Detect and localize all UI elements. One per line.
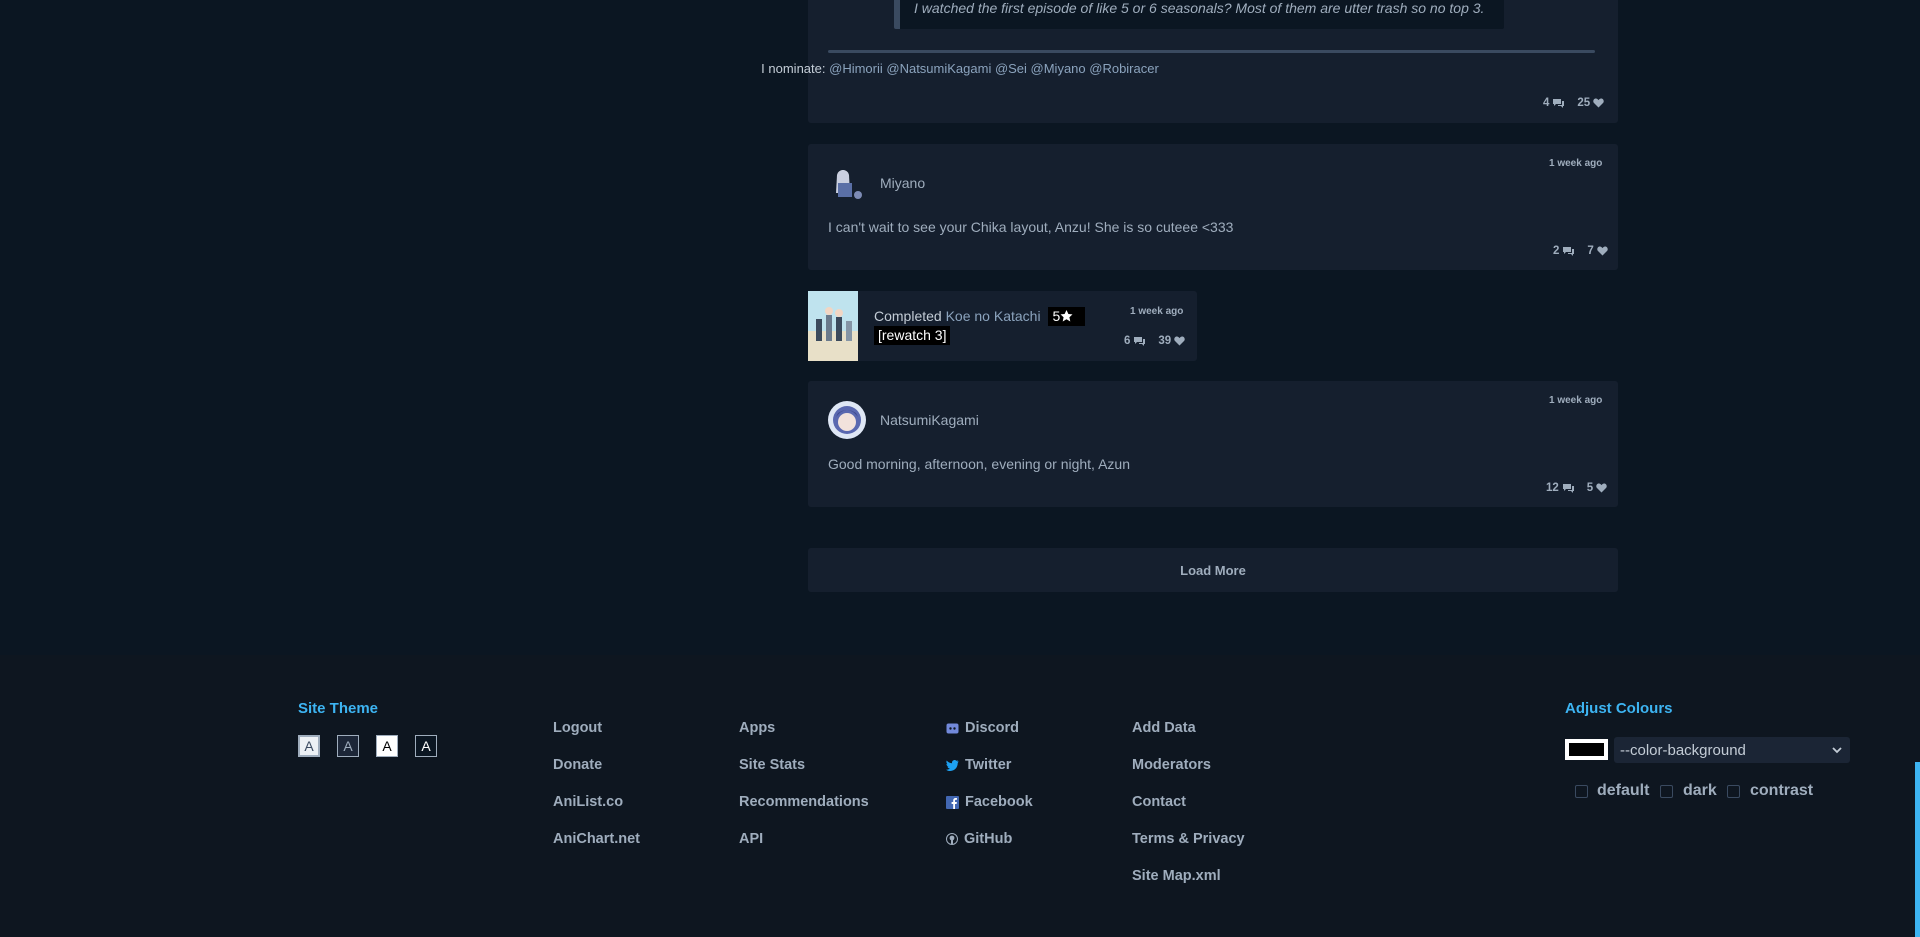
reply-count[interactable]: 6 bbox=[1124, 335, 1146, 347]
nominate-label: I nominate: bbox=[761, 61, 826, 76]
footer-link-site-stats[interactable]: Site Stats bbox=[739, 757, 805, 773]
chevron-down-icon bbox=[1832, 746, 1842, 753]
heart-icon bbox=[1597, 246, 1608, 256]
color-variable-select[interactable]: --color-background bbox=[1614, 737, 1850, 763]
activity-status: Completed bbox=[874, 308, 942, 324]
discord-icon bbox=[946, 723, 959, 733]
footer-link-logout[interactable]: Logout bbox=[553, 720, 602, 736]
theme-system[interactable]: A bbox=[415, 735, 437, 757]
contrast-checkbox[interactable] bbox=[1727, 785, 1740, 798]
timestamp: 1 week ago bbox=[1549, 395, 1603, 406]
heart-icon bbox=[1596, 483, 1607, 493]
reply-count[interactable]: 4 bbox=[1543, 97, 1565, 109]
scrollbar-thumb[interactable] bbox=[1915, 762, 1920, 937]
footer-link-facebook[interactable]: Facebook bbox=[946, 794, 1033, 810]
footer-link-site-map[interactable]: Site Map.xml bbox=[1132, 868, 1221, 884]
twitter-icon bbox=[946, 759, 959, 771]
quote-text: I watched the first episode of like 5 or… bbox=[914, 0, 1485, 16]
github-icon bbox=[946, 833, 958, 845]
comments-icon bbox=[1134, 337, 1146, 346]
avatar[interactable] bbox=[828, 163, 866, 201]
heart-icon bbox=[1174, 336, 1185, 346]
theme-contrast[interactable]: A bbox=[376, 735, 398, 757]
score-badge: 5 bbox=[1048, 307, 1086, 326]
dark-checkbox[interactable] bbox=[1660, 785, 1673, 798]
activity-note: [rewatch 3] bbox=[874, 326, 951, 345]
footer-link-api[interactable]: API bbox=[739, 831, 763, 847]
footer-link-moderators[interactable]: Moderators bbox=[1132, 757, 1211, 773]
like-count[interactable]: 25 bbox=[1577, 97, 1604, 109]
footer-link-anilist[interactable]: AniList.co bbox=[553, 794, 623, 810]
footer-link-contact[interactable]: Contact bbox=[1132, 794, 1186, 810]
nominate-line: I nominate: @Himorii @NatsumiKagami @Sei… bbox=[0, 61, 1920, 76]
default-checkbox[interactable] bbox=[1575, 785, 1588, 798]
nominee-mentions[interactable]: @Himorii @NatsumiKagami @Sei @Miyano @Ro… bbox=[829, 61, 1159, 76]
media-cover[interactable] bbox=[808, 291, 858, 361]
divider bbox=[828, 50, 1595, 53]
post-text: Good morning, afternoon, evening or nigh… bbox=[828, 456, 1130, 472]
like-count[interactable]: 39 bbox=[1158, 335, 1185, 347]
score-value: 5 bbox=[1052, 308, 1061, 324]
activity-feed: I watched the first episode of like 5 or… bbox=[0, 0, 1920, 655]
post-text: I can't wait to see your Chika layout, A… bbox=[828, 219, 1234, 235]
avatar[interactable] bbox=[828, 401, 866, 439]
discord-label: Discord bbox=[965, 720, 1019, 736]
post2-counts: 2 7 bbox=[1553, 245, 1608, 257]
footer-link-github[interactable]: GitHub bbox=[946, 831, 1012, 847]
load-more-button[interactable]: Load More bbox=[808, 548, 1618, 592]
adjust-colours-title: Adjust Colours bbox=[1565, 700, 1673, 717]
comments-icon bbox=[1553, 99, 1565, 108]
activity-card-natsumikagami bbox=[808, 381, 1618, 507]
footer-link-add-data[interactable]: Add Data bbox=[1132, 720, 1196, 736]
footer-link-discord[interactable]: Discord bbox=[946, 720, 1019, 736]
footer-link-recommendations[interactable]: Recommendations bbox=[739, 794, 869, 810]
activity-counts: 6 39 bbox=[1124, 335, 1185, 347]
like-count[interactable]: 5 bbox=[1587, 482, 1607, 494]
footer-link-anichart[interactable]: AniChart.net bbox=[553, 831, 640, 847]
color-select-value: --color-background bbox=[1620, 741, 1746, 759]
heart-icon bbox=[1593, 98, 1604, 108]
facebook-icon bbox=[946, 795, 959, 809]
contrast-checkbox-label: contrast bbox=[1750, 782, 1814, 799]
post3-counts: 12 5 bbox=[1546, 482, 1607, 494]
theme-dark[interactable]: A bbox=[337, 735, 359, 757]
star-icon bbox=[1060, 310, 1073, 322]
theme-default[interactable]: A bbox=[298, 735, 320, 757]
timestamp: 1 week ago bbox=[1549, 158, 1603, 169]
footer-link-donate[interactable]: Donate bbox=[553, 757, 602, 773]
username[interactable]: Miyano bbox=[880, 175, 925, 191]
like-count[interactable]: 7 bbox=[1587, 245, 1608, 257]
site-footer: Site Theme A A A A Logout Donate AniList… bbox=[0, 655, 1920, 937]
default-checkbox-label: default bbox=[1597, 782, 1650, 799]
facebook-label: Facebook bbox=[965, 794, 1033, 810]
comments-icon bbox=[1562, 484, 1574, 493]
quote-block: I watched the first episode of like 5 or… bbox=[894, 0, 1504, 29]
username[interactable]: NatsumiKagami bbox=[880, 412, 979, 428]
media-title-link[interactable]: Koe no Katachi bbox=[946, 308, 1041, 324]
comments-icon bbox=[1563, 247, 1575, 256]
timestamp: 1 week ago bbox=[1130, 306, 1184, 317]
dark-checkbox-label: dark bbox=[1683, 782, 1717, 799]
site-theme-title: Site Theme bbox=[298, 700, 379, 717]
post1-counts: 4 25 bbox=[1543, 97, 1604, 109]
activity-text: Completed Koe no Katachi 5 [rewatch 3] bbox=[874, 307, 1089, 345]
footer-link-twitter[interactable]: Twitter bbox=[946, 757, 1011, 773]
github-label: GitHub bbox=[964, 831, 1013, 847]
activity-card-miyano bbox=[808, 144, 1618, 270]
footer-link-terms-privacy[interactable]: Terms & Privacy bbox=[1132, 831, 1245, 847]
color-swatch[interactable] bbox=[1565, 739, 1608, 760]
reply-count[interactable]: 12 bbox=[1546, 482, 1575, 494]
reply-count[interactable]: 2 bbox=[1553, 245, 1575, 257]
twitter-label: Twitter bbox=[965, 757, 1012, 773]
footer-link-apps[interactable]: Apps bbox=[739, 720, 775, 736]
